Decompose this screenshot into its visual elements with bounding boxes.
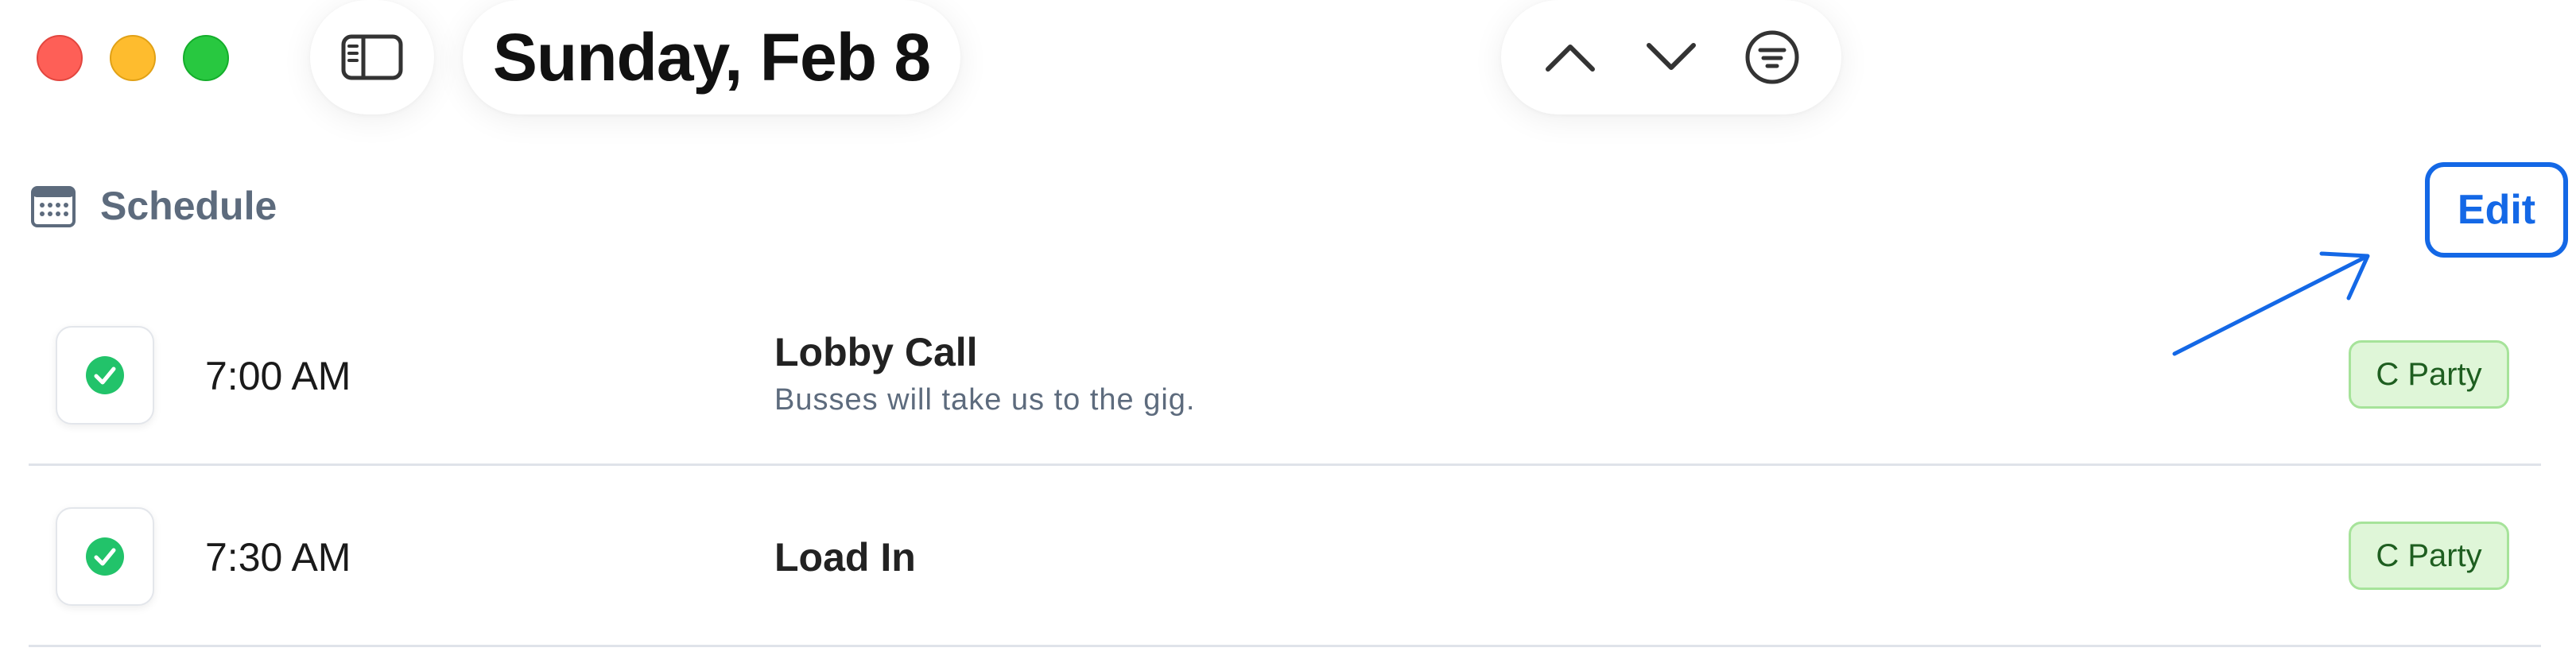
- sidebar-icon: [341, 34, 403, 80]
- completion-checkbox[interactable]: [56, 507, 154, 606]
- filter-icon: [1745, 30, 1799, 84]
- section-title: Schedule: [100, 184, 277, 228]
- minimize-window-button[interactable]: [110, 35, 156, 81]
- sidebar-toggle-button[interactable]: [310, 0, 434, 114]
- party-tag[interactable]: C Party: [2349, 522, 2509, 590]
- schedule-row[interactable]: 7:30 AM Load In C Party: [29, 466, 2541, 647]
- event-time: 7:00 AM: [205, 354, 351, 398]
- filter-button[interactable]: [1728, 14, 1816, 101]
- zoom-window-button[interactable]: [183, 35, 229, 81]
- edit-button[interactable]: Edit: [2425, 162, 2568, 258]
- event-title: Lobby Call: [774, 330, 978, 374]
- page-title: Sunday, Feb 8: [492, 19, 931, 95]
- event-subtitle: Busses will take us to the gig.: [774, 383, 1196, 417]
- navigation-pill: [1501, 0, 1841, 114]
- event-title: Load In: [774, 535, 916, 580]
- completion-checkbox[interactable]: [56, 326, 154, 425]
- checkmark-icon: [86, 537, 124, 576]
- calendar-icon: [31, 186, 76, 227]
- app-window: Sunday, Feb 8 Schedule Edit 7:00 AM Lobb…: [0, 0, 2576, 671]
- party-tag[interactable]: C Party: [2349, 340, 2509, 409]
- schedule-row[interactable]: 7:00 AM Lobby Call Busses will take us t…: [29, 285, 2541, 466]
- event-time: 7:30 AM: [205, 535, 351, 580]
- date-title-pill: Sunday, Feb 8: [463, 0, 960, 114]
- close-window-button[interactable]: [37, 35, 83, 81]
- previous-day-button[interactable]: [1527, 14, 1614, 101]
- chevron-up-icon: [1546, 45, 1596, 72]
- chevron-down-icon: [1646, 43, 1696, 70]
- schedule-section-header: Schedule: [30, 183, 277, 229]
- next-day-button[interactable]: [1627, 14, 1715, 101]
- checkmark-icon: [86, 356, 124, 394]
